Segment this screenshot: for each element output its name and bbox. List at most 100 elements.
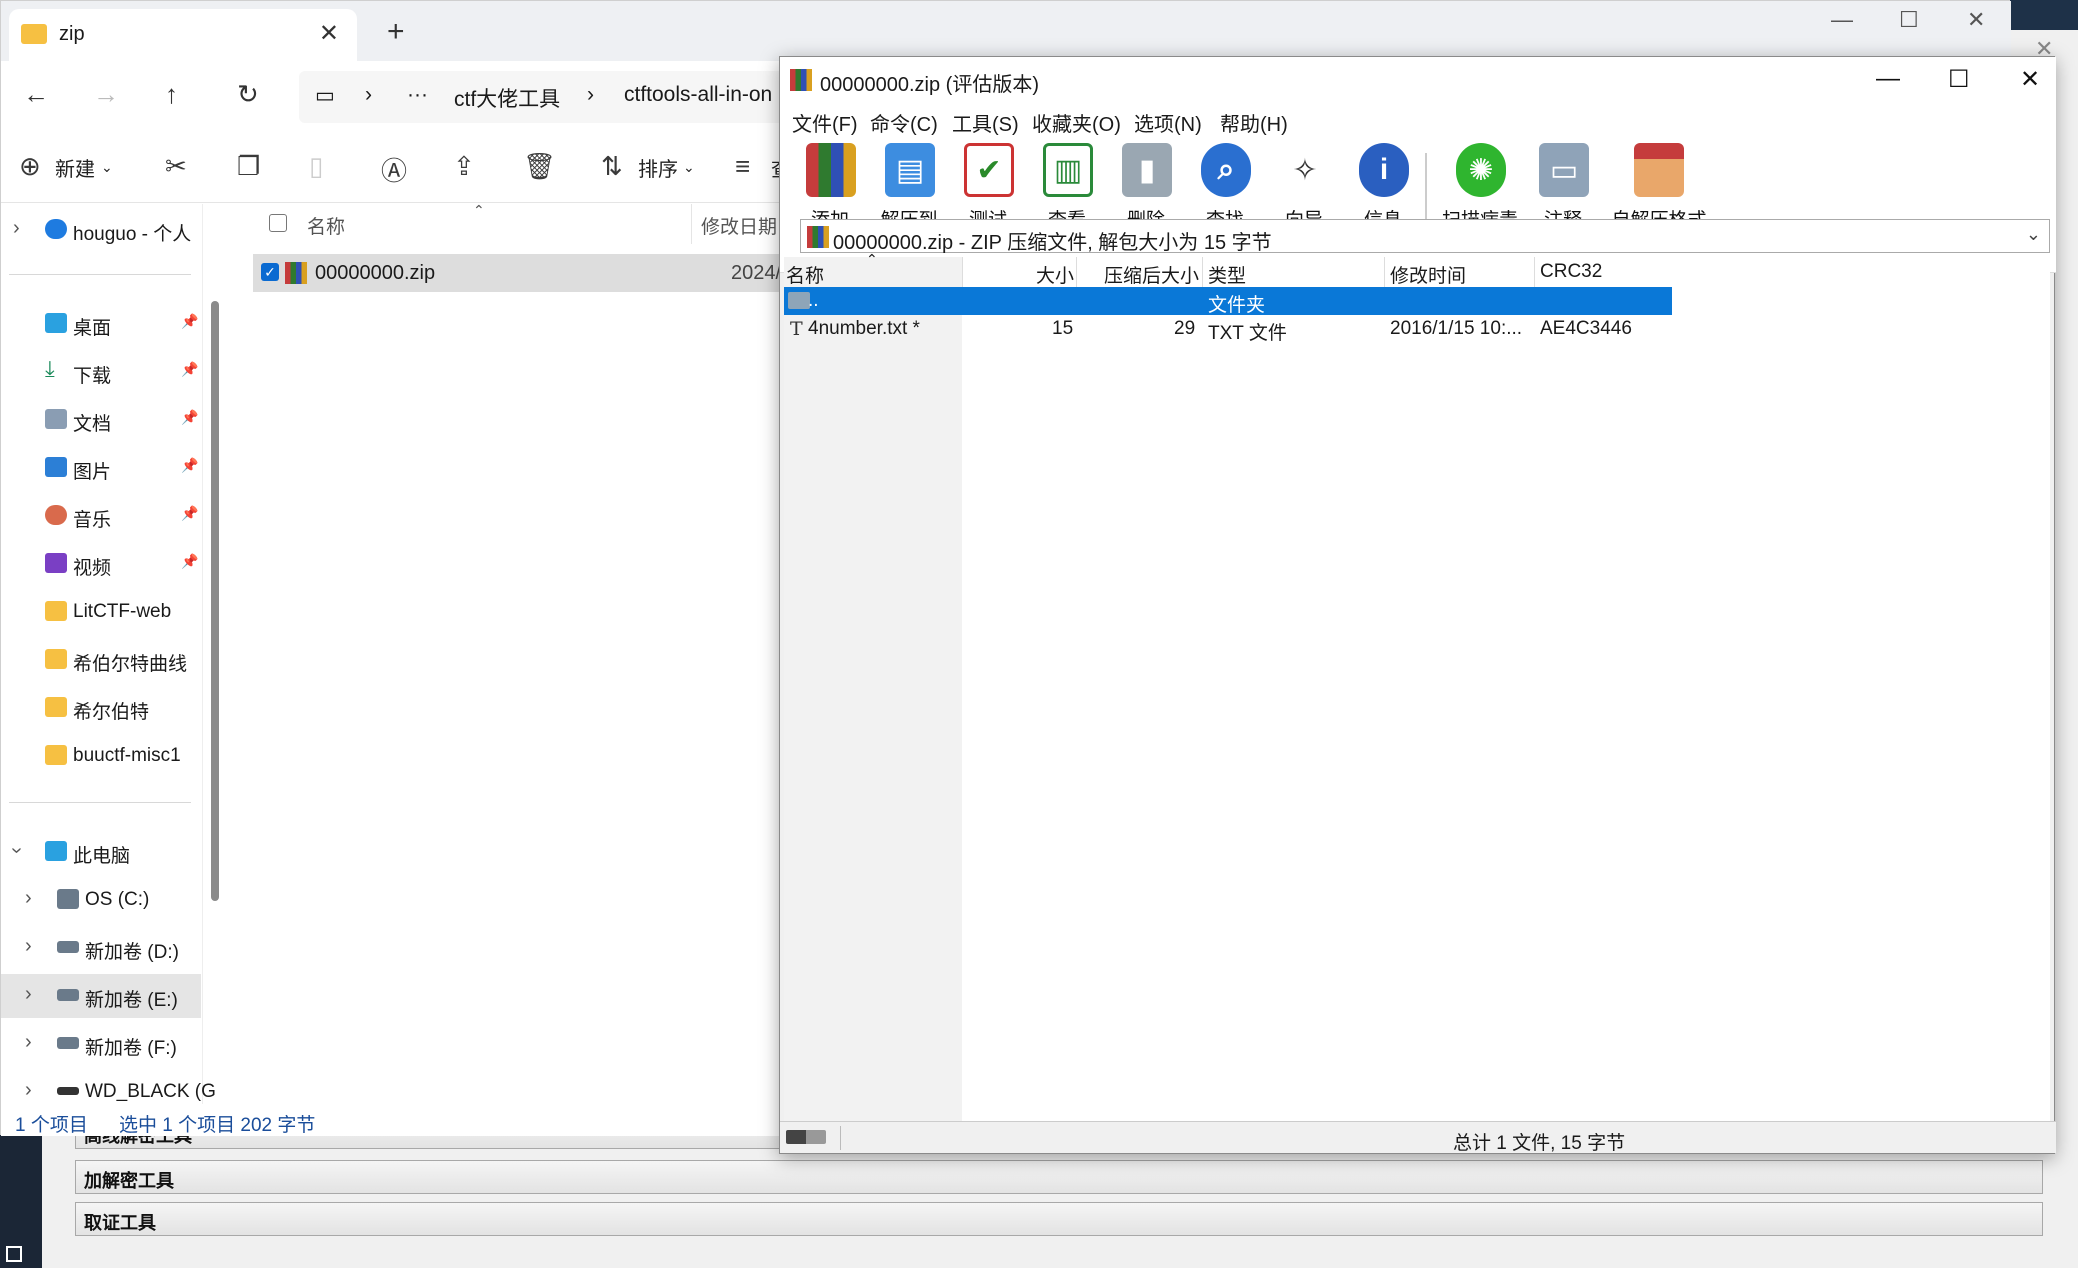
select-all-checkbox[interactable]: [269, 214, 287, 232]
sidebar-item-folder[interactable]: 希伯尔特曲线: [1, 638, 201, 682]
info-icon: i: [1359, 143, 1409, 197]
table-row[interactable]: .. 文件夹: [784, 287, 1672, 316]
sidebar-item-music[interactable]: 音乐 📌: [1, 494, 201, 538]
menu-help[interactable]: 帮助(H): [1220, 108, 1288, 137]
list-item[interactable]: ✓ 00000000.zip 2024/12,: [253, 254, 809, 292]
chevron-right-icon[interactable]: ›: [25, 887, 32, 910]
menu-file[interactable]: 文件(F): [792, 108, 858, 137]
column-header-name[interactable]: 名称: [786, 261, 824, 288]
column-header-size[interactable]: 大小: [1036, 261, 1074, 288]
breadcrumb-item[interactable]: ctf大佬工具: [454, 83, 560, 113]
new-tab-icon[interactable]: +: [387, 15, 405, 49]
menu-favorites[interactable]: 收藏夹(O): [1032, 108, 1121, 137]
archive-path-bar[interactable]: 00000000.zip - ZIP 压缩文件, 解包大小为 15 字节 ⌄: [800, 219, 2050, 254]
sidebar-item-desktop[interactable]: 桌面 📌: [1, 302, 201, 346]
chevron-down-icon[interactable]: ⌄: [2026, 224, 2041, 245]
pin-icon[interactable]: 📌: [181, 505, 198, 522]
column-header-modified[interactable]: 修改时间: [1390, 261, 1466, 288]
chevron-down-icon[interactable]: ⌄: [683, 159, 695, 176]
view-icon[interactable]: ≡: [735, 151, 750, 182]
close-icon[interactable]: ✕: [2020, 65, 2040, 94]
menu-commands[interactable]: 命令(C): [870, 108, 938, 137]
scrollbar[interactable]: [211, 301, 219, 901]
sidebar-item-drive[interactable]: › OS (C:): [1, 878, 201, 922]
sidebar-item-pictures[interactable]: 图片 📌: [1, 446, 201, 490]
chevron-right-icon[interactable]: ›: [25, 1031, 32, 1054]
new-button[interactable]: 新建: [55, 153, 95, 182]
pin-icon[interactable]: 📌: [181, 553, 198, 570]
sidebar-item-label: 图片: [73, 462, 112, 483]
delete-icon[interactable]: 🗑: [523, 151, 556, 182]
minimize-icon[interactable]: —: [1831, 7, 1853, 33]
pin-icon[interactable]: 📌: [181, 313, 198, 330]
forward-icon[interactable]: →: [93, 79, 119, 110]
resize-handle-icon[interactable]: [6, 1246, 22, 1262]
sidebar-item-drive[interactable]: › 新加卷 (E:): [1, 974, 201, 1018]
sidebar-item-folder[interactable]: LitCTF-web: [1, 590, 201, 634]
sidebar-item-label: 新加卷 (E:): [85, 990, 178, 1011]
sidebar-item-label: 桌面: [73, 318, 112, 339]
drive-icon: [57, 889, 79, 909]
magic-wand-icon: ✧: [1280, 143, 1330, 197]
cut-icon[interactable]: ✂: [165, 151, 187, 182]
chevron-down-icon[interactable]: ⌄: [101, 159, 113, 176]
minimize-icon[interactable]: —: [1876, 65, 1900, 93]
cell-packed: 29: [1174, 318, 1196, 339]
close-icon[interactable]: ✕: [1967, 7, 1985, 33]
sidebar-item-this-pc[interactable]: › 此电脑: [1, 830, 201, 874]
new-icon[interactable]: ⊕: [19, 151, 41, 182]
chevron-right-icon[interactable]: ›: [25, 983, 32, 1006]
back-icon[interactable]: ←: [23, 79, 49, 110]
sort-icon[interactable]: ⇅: [601, 151, 623, 182]
chevron-right-icon[interactable]: ›: [25, 1079, 32, 1102]
column-header-date[interactable]: 修改日期: [701, 212, 777, 239]
pin-icon[interactable]: 📌: [181, 361, 198, 378]
sidebar-item-folder[interactable]: 希尔伯特: [1, 686, 201, 730]
menu-tools[interactable]: 工具(S): [952, 108, 1019, 137]
maximize-icon[interactable]: ☐: [1899, 7, 1919, 33]
sidebar-item-account[interactable]: › houguo - 个人: [1, 208, 201, 252]
sidebar-item-drive[interactable]: › 新加卷 (F:): [1, 1022, 201, 1066]
archive-icon: [285, 262, 307, 284]
drive-key-icon[interactable]: [786, 1130, 826, 1144]
item-count: 1 个项目: [15, 1115, 88, 1136]
add-archive-icon: [806, 143, 856, 197]
sidebar-item-drive[interactable]: › 新加卷 (D:): [1, 926, 201, 970]
up-icon[interactable]: ↑: [165, 79, 178, 110]
column-header-type[interactable]: 类型: [1208, 261, 1246, 288]
more-icon[interactable]: ···: [407, 83, 428, 107]
divider: [9, 802, 191, 803]
tab-title: zip: [59, 23, 85, 45]
share-icon[interactable]: ⇪: [453, 151, 475, 182]
refresh-icon[interactable]: ↻: [237, 79, 259, 110]
sort-up-icon: ⌃: [473, 202, 485, 218]
tool-category-bar[interactable]: 加解密工具: [75, 1160, 2043, 1194]
chevron-right-icon[interactable]: ›: [25, 935, 32, 958]
table-row[interactable]: T 4number.txt * 15 29 TXT 文件 2016/1/15 1…: [784, 315, 1672, 344]
sidebar-item-documents[interactable]: 文档 📌: [1, 398, 201, 442]
column-header-packed[interactable]: 压缩后大小: [1104, 261, 1199, 288]
tool-category-bar[interactable]: 取证工具: [75, 1202, 2043, 1236]
sidebar-item-folder[interactable]: buuctf-misc1: [1, 734, 201, 778]
column-header-crc[interactable]: CRC32: [1540, 261, 1602, 283]
chevron-right-icon[interactable]: ›: [13, 217, 20, 240]
close-tab-icon[interactable]: ✕: [319, 19, 339, 48]
chevron-down-icon[interactable]: ›: [5, 847, 28, 854]
checkbox[interactable]: ✓: [261, 263, 279, 281]
sidebar-item-downloads[interactable]: ⤓ 下载 📌: [1, 350, 201, 394]
column-header-name[interactable]: 名称: [307, 212, 345, 239]
file-name: 00000000.zip: [315, 262, 436, 284]
explorer-tab[interactable]: zip ✕: [9, 9, 357, 61]
sidebar-item-videos[interactable]: 视频 📌: [1, 542, 201, 586]
maximize-icon[interactable]: ☐: [1948, 65, 1970, 94]
pin-icon[interactable]: 📌: [181, 409, 198, 426]
title-bar: 00000000.zip (评估版本) — ☐ ✕: [780, 57, 2056, 101]
breadcrumb-item[interactable]: ctftools-all-in-on: [624, 83, 772, 107]
pin-icon[interactable]: 📌: [181, 457, 198, 474]
menu-options[interactable]: 选项(N): [1134, 108, 1202, 137]
paste-icon[interactable]: ▯: [309, 151, 323, 182]
status-text: 总计 1 文件, 15 字节: [1453, 1133, 1626, 1154]
sort-button[interactable]: 排序: [638, 153, 678, 182]
copy-icon[interactable]: ❐: [237, 151, 260, 182]
rename-icon[interactable]: Ⓐ: [381, 151, 407, 188]
